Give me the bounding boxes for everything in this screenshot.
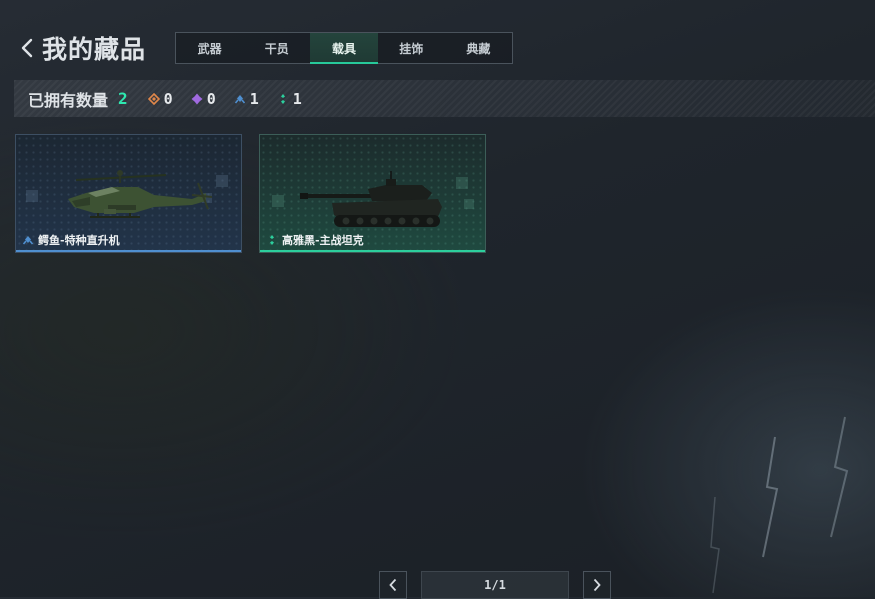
item-name: 高雅黑-主战坦克 [282,234,364,247]
owned-count: 2 [118,89,128,108]
background-storm-decoration [710,416,849,594]
tab-charms[interactable]: 挂饰 [378,33,445,63]
rarity-count-purple: 0 [191,90,216,108]
back-button[interactable] [16,33,38,63]
rarity-count-value: 0 [163,89,173,108]
rarity-count-value: 0 [206,89,216,108]
category-tabs: 武器 干员 载具 挂饰 典藏 [175,32,513,64]
rarity-count-value: 1 [292,89,302,108]
item-card-helicopter[interactable]: 鳄鱼-特种直升机 [15,134,242,253]
chevron-left-icon [389,578,397,592]
rarity-count-orange: 0 [147,89,173,108]
owned-stats-bar: 已拥有数量 2 0 0 1 1 [14,80,875,117]
green-rarity-icon [280,93,285,104]
page-indicator: 1/1 [421,571,569,599]
rarity-count-value: 1 [249,89,259,108]
green-rarity-icon [270,235,274,245]
item-caption: 高雅黑-主战坦克 [266,232,364,248]
page-title: 我的藏品 [42,35,147,64]
chevron-right-icon [593,578,601,592]
tab-collection[interactable]: 典藏 [445,33,512,63]
item-card-tank[interactable]: 高雅黑-主战坦克 [259,134,486,253]
blue-rarity-icon [22,236,34,245]
item-caption: 鳄鱼-特种直升机 [22,232,120,248]
item-name: 鳄鱼-特种直升机 [38,234,120,247]
tab-weapons[interactable]: 武器 [176,33,243,63]
owned-label: 已拥有数量 [28,90,109,110]
purple-rarity-icon [191,93,203,104]
tab-vehicles[interactable]: 载具 [310,33,378,64]
blue-rarity-icon [234,94,245,104]
previous-page-button[interactable] [379,571,407,599]
tab-operators[interactable]: 干员 [243,33,310,63]
rarity-count-green: 1 [277,90,302,108]
page-header: 我的藏品 [16,32,146,64]
rarity-count-blue: 1 [234,90,259,108]
chevron-left-icon [21,38,33,58]
orange-rarity-icon [147,92,160,105]
next-page-button[interactable] [583,571,611,599]
